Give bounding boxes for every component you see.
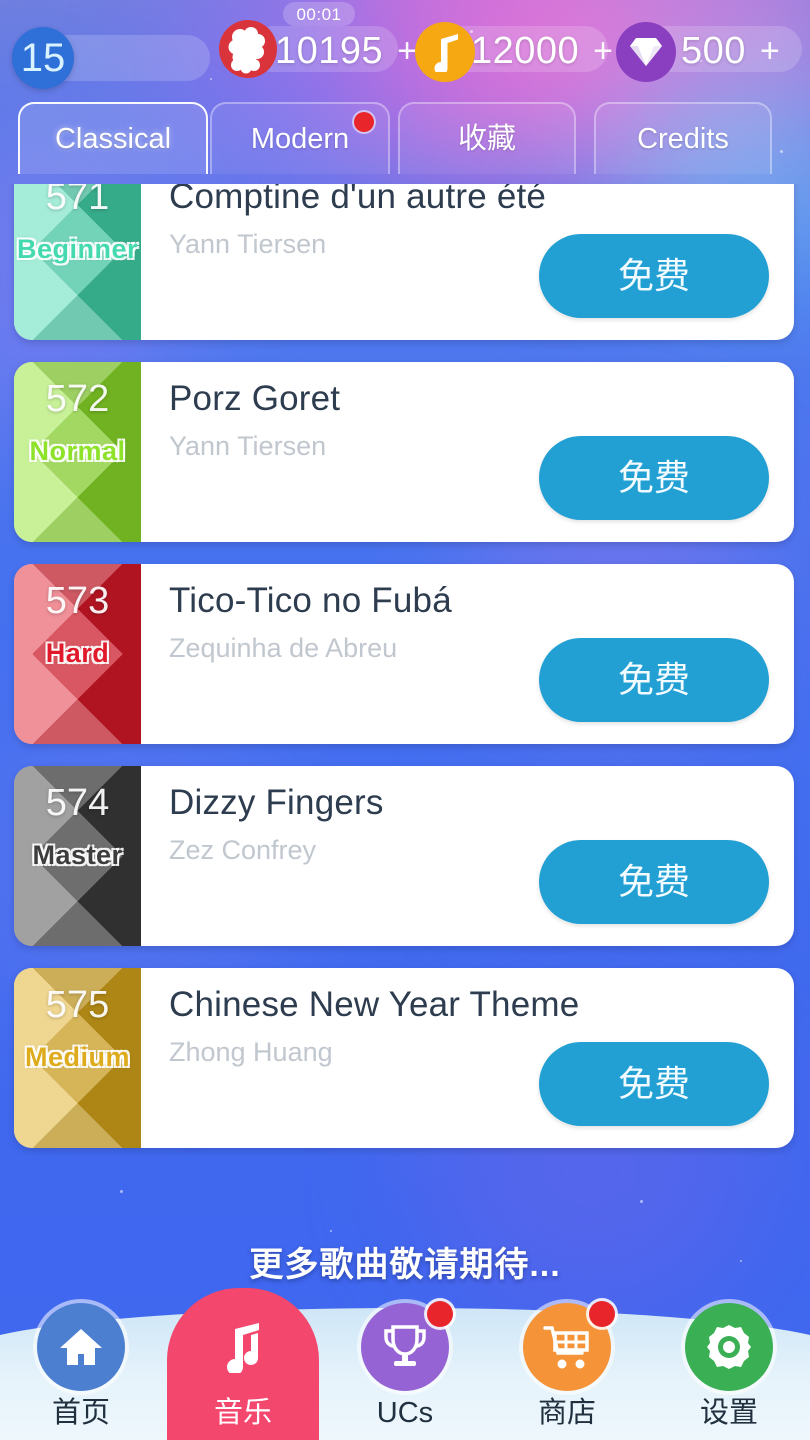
free-button[interactable]: 免费 xyxy=(539,638,769,722)
difficulty-badge: 574 Master xyxy=(14,766,141,946)
tab-label: Classical xyxy=(54,122,172,155)
nav-item-label: 设置 xyxy=(699,1397,758,1429)
energy-value: 10195 xyxy=(275,30,384,72)
song-info: Dizzy Fingers Zez Confrey 免费 xyxy=(141,766,794,946)
song-info: Comptine d'un autre été Yann Tiersen 免费 xyxy=(141,184,794,340)
music-note-icon xyxy=(415,22,475,82)
tab-notification-dot xyxy=(354,112,374,132)
nav-item-home[interactable]: 首页 xyxy=(0,1280,162,1440)
song-list-inner: 571 Beginner Comptine d'un autre été Yann T… xyxy=(0,184,810,1156)
song-card[interactable]: 571 Beginner Comptine d'un autre été Yann T… xyxy=(14,184,794,340)
free-button-label: 免费 xyxy=(617,457,690,498)
difficulty-badge: 573 Hard xyxy=(14,564,141,744)
song-info: Tico-Tico no Fubá Zequinha de Abreu 免费 xyxy=(141,564,794,744)
difficulty-label: Hard xyxy=(45,638,110,668)
gems-add-button[interactable]: + xyxy=(760,34,780,68)
home-icon xyxy=(37,1303,125,1391)
tab-label: 收藏 xyxy=(457,122,516,155)
difficulty-label: Master xyxy=(32,840,123,870)
song-card[interactable]: 574 Master Dizzy Fingers Zez Confrey 免费 xyxy=(14,766,794,946)
song-title: Comptine d'un autre été xyxy=(169,184,547,216)
tab-classical[interactable]: Classical xyxy=(18,102,208,174)
song-number: 575 xyxy=(45,984,110,1026)
song-title: Dizzy Fingers xyxy=(169,783,384,822)
free-button[interactable]: 免费 xyxy=(539,840,769,924)
nav-notification-dot xyxy=(427,1301,453,1327)
gems-count: 500 + xyxy=(681,32,780,70)
notes-count: 12000 + xyxy=(471,32,613,70)
top-hud: 15 00:01 10195 + 12000 + 500 + xyxy=(0,0,810,96)
trophy-icon xyxy=(361,1301,453,1391)
song-info: Porz Goret Yann Tiersen 免费 xyxy=(141,362,794,542)
nav-item-label: 商店 xyxy=(537,1397,596,1429)
nav-item-ucs[interactable]: UCs xyxy=(324,1280,486,1440)
tab-label: Credits xyxy=(637,122,729,155)
tab-modern[interactable]: Modern xyxy=(210,102,390,174)
difficulty-badge: 571 Beginner xyxy=(14,184,141,340)
cart-icon xyxy=(523,1301,615,1391)
level-badge[interactable]: 15 xyxy=(12,27,74,89)
free-button[interactable]: 免费 xyxy=(539,234,769,318)
gems-value: 500 xyxy=(681,30,746,72)
nav-item-cart[interactable]: 商店 xyxy=(486,1280,648,1440)
category-tabs: Classical Modern 收藏 Credits xyxy=(0,96,810,184)
free-button-label: 免费 xyxy=(617,1063,690,1104)
nav-item-gear[interactable]: 设置 xyxy=(648,1280,810,1440)
difficulty-label: Medium xyxy=(24,1042,130,1072)
diamond-icon xyxy=(616,22,676,82)
song-list[interactable]: 571 Beginner Comptine d'un autre été Yann T… xyxy=(0,184,810,1156)
song-number: 574 xyxy=(45,782,110,824)
notes-value: 12000 xyxy=(471,30,580,72)
nav-item-label: 首页 xyxy=(51,1397,110,1429)
song-title: Porz Goret xyxy=(169,379,341,418)
tab-收藏[interactable]: 收藏 xyxy=(398,102,576,174)
nav-item-label: 音乐 xyxy=(213,1397,272,1429)
energy-timer-chip: 00:01 xyxy=(283,2,355,26)
song-number: 573 xyxy=(45,580,110,622)
difficulty-label: Beginner xyxy=(16,234,139,264)
song-info: Chinese New Year Theme Zhong Huang 免费 xyxy=(141,968,794,1148)
energy-count: 10195 + xyxy=(275,32,417,70)
difficulty-label: Normal xyxy=(29,436,126,466)
difficulty-badge: 572 Normal xyxy=(14,362,141,542)
song-number: 571 xyxy=(45,184,110,218)
song-card[interactable]: 575 Medium Chinese New Year Theme Zhong Hua… xyxy=(14,968,794,1148)
free-button-label: 免费 xyxy=(617,255,690,296)
free-button-label: 免费 xyxy=(617,659,690,700)
popcorn-icon xyxy=(219,20,277,78)
music-icon xyxy=(199,1303,287,1391)
bottom-navigation: 首页 音乐 UCs 商店 设置 xyxy=(0,1280,810,1440)
energy-timer-value: 00:01 xyxy=(296,4,342,24)
tab-credits[interactable]: Credits xyxy=(594,102,772,174)
song-title: Chinese New Year Theme xyxy=(169,985,580,1024)
song-title: Tico-Tico no Fubá xyxy=(169,581,452,620)
nav-item-music[interactable]: 音乐 xyxy=(162,1280,324,1440)
level-value: 15 xyxy=(20,36,66,80)
free-button[interactable]: 免费 xyxy=(539,436,769,520)
difficulty-badge: 575 Medium xyxy=(14,968,141,1148)
tab-label: Modern xyxy=(250,122,350,155)
free-button-label: 免费 xyxy=(617,861,690,902)
song-number: 572 xyxy=(45,378,110,420)
free-button[interactable]: 免费 xyxy=(539,1042,769,1126)
gear-icon xyxy=(685,1303,773,1391)
song-card[interactable]: 572 Normal Porz Goret Yann Tiersen 免费 xyxy=(14,362,794,542)
nav-item-label: UCs xyxy=(376,1397,434,1429)
coming-soon-text: 更多歌曲敬请期待... xyxy=(249,1246,561,1284)
nav-notification-dot xyxy=(589,1301,615,1327)
notes-add-button[interactable]: + xyxy=(593,34,613,68)
song-card[interactable]: 573 Hard Tico-Tico no Fubá Zequinha de Abre… xyxy=(14,564,794,744)
